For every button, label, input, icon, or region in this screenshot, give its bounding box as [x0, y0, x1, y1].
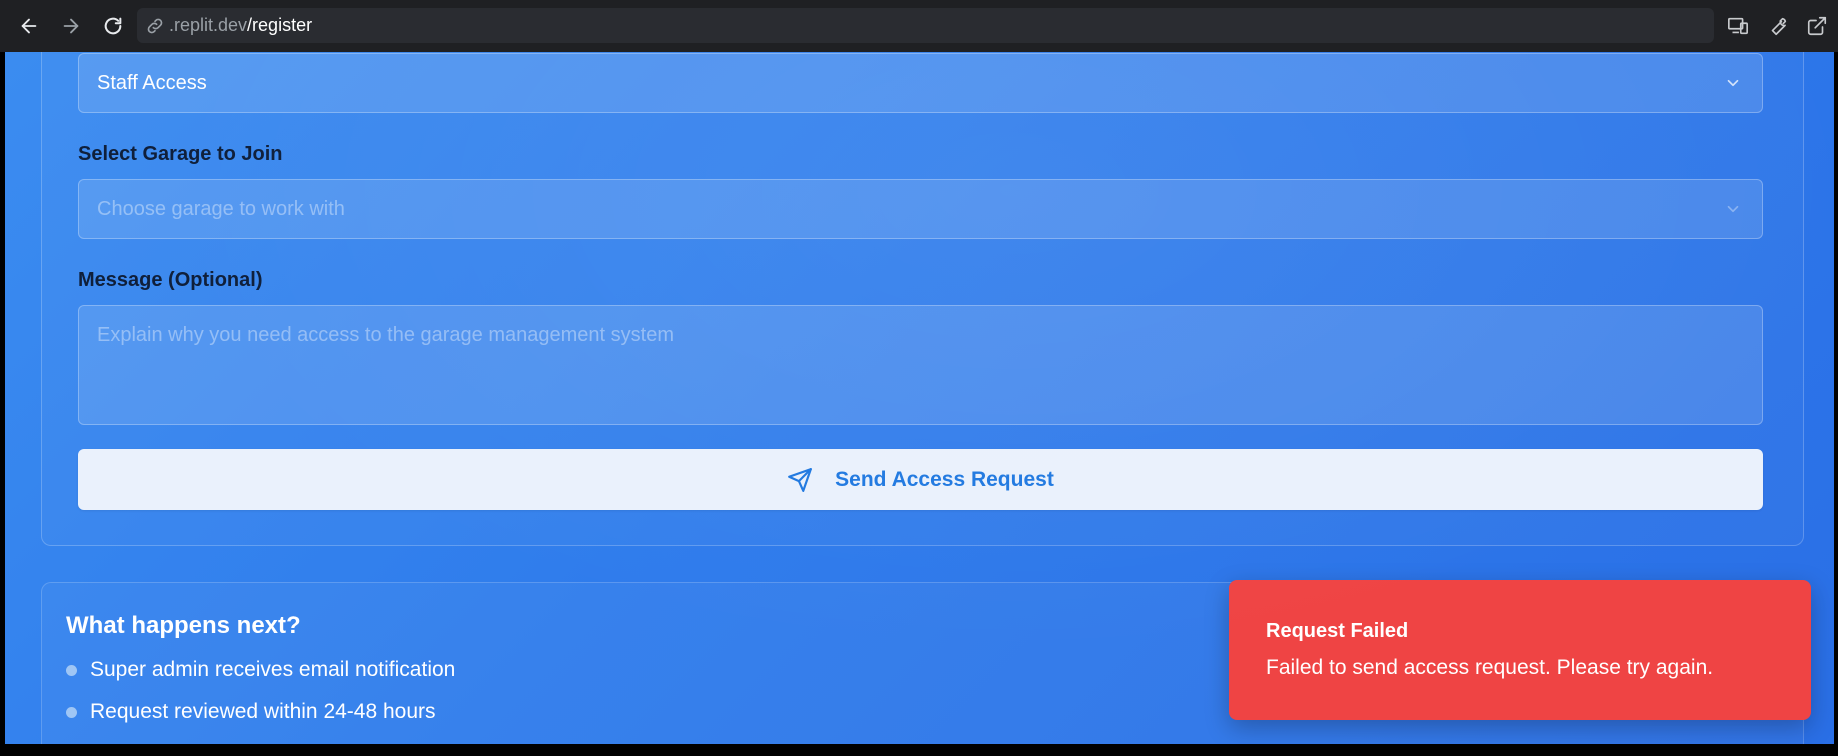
url-path: /register	[247, 15, 313, 35]
toast-message: Failed to send access request. Please tr…	[1266, 656, 1714, 679]
device-toolbar-icon[interactable]	[1724, 12, 1752, 40]
next-steps-title: What happens next?	[66, 612, 301, 639]
forward-icon[interactable]	[57, 12, 85, 40]
send-button-label: Send Access Request	[835, 467, 1054, 491]
chevron-down-icon	[1727, 205, 1739, 213]
chevron-down-icon	[1727, 79, 1739, 87]
link-icon	[145, 16, 165, 36]
bullet-icon	[66, 706, 77, 718]
address-bar[interactable]: .replit.dev/register	[137, 8, 1714, 43]
list-item: Request reviewed within 24-48 hours	[66, 700, 436, 724]
message-textarea[interactable]	[78, 305, 1763, 425]
access-type-select[interactable]: Staff Access	[78, 53, 1763, 113]
list-item: Super admin receives email notification	[66, 658, 455, 682]
send-access-request-button[interactable]: Send Access Request	[78, 449, 1763, 510]
bottom-edge	[0, 744, 1838, 756]
garage-placeholder: Choose garage to work with	[97, 197, 345, 220]
wrench-icon[interactable]	[1764, 12, 1792, 40]
send-icon	[788, 467, 813, 492]
error-toast[interactable]: Request Failed Failed to send access req…	[1229, 580, 1811, 720]
access-type-value: Staff Access	[97, 71, 207, 94]
garage-select[interactable]: Choose garage to work with	[78, 179, 1763, 239]
back-icon[interactable]	[15, 12, 43, 40]
reload-icon[interactable]	[99, 12, 127, 40]
message-label: Message (Optional)	[78, 269, 263, 291]
browser-toolbar: .replit.dev/register	[0, 0, 1838, 52]
url-domain: .replit.dev	[169, 15, 248, 35]
toast-title: Request Failed	[1266, 620, 1409, 642]
open-external-icon[interactable]	[1803, 12, 1831, 40]
page-viewport: Staff Access Select Garage to Join Choos…	[5, 52, 1834, 744]
bullet-icon	[66, 664, 77, 676]
garage-label: Select Garage to Join	[78, 143, 283, 165]
